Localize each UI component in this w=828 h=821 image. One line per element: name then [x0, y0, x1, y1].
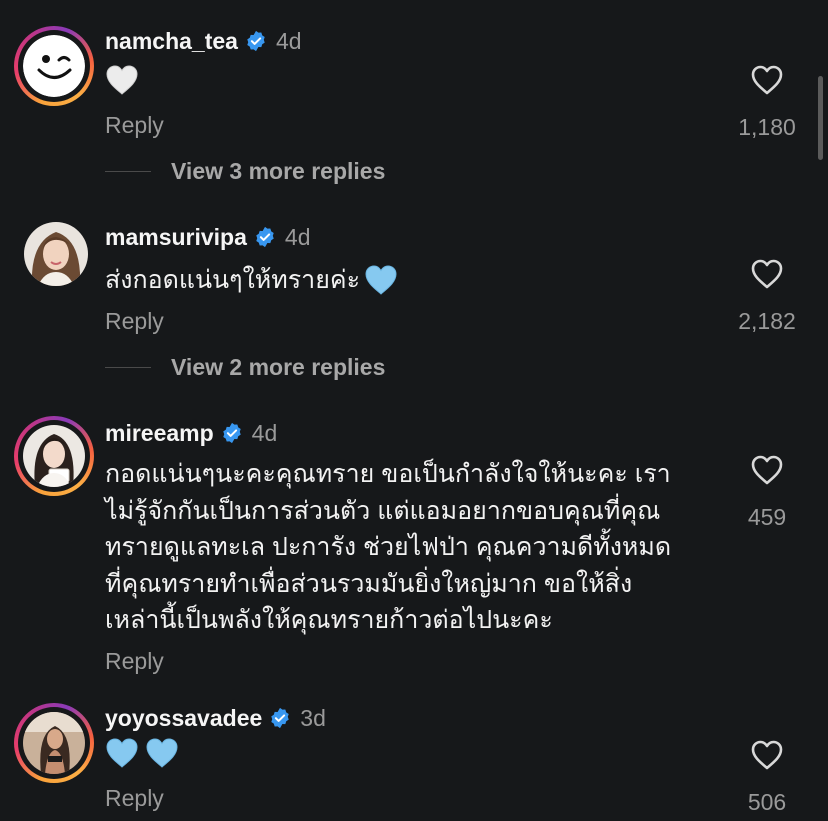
- winking-face-avatar: [23, 35, 85, 97]
- comment-text-line: ทรายดูแลทะเล ปะการัง ช่วยไฟป่า คุณความดี…: [105, 533, 672, 561]
- divider-line: [105, 171, 151, 172]
- heart-outline-icon[interactable]: [750, 454, 784, 486]
- divider-line: [105, 367, 151, 368]
- view-more-replies-label[interactable]: View 2 more replies: [171, 354, 385, 381]
- light-blue-heart-emoji-icon: [106, 738, 138, 768]
- heart-outline-icon[interactable]: [750, 258, 784, 290]
- comment-body: [105, 737, 179, 769]
- like-count: 1,180: [738, 114, 796, 140]
- verified-badge-icon: [247, 30, 265, 52]
- comment-header: namcha_tea 4d: [105, 24, 302, 58]
- comment-body: ส่งกอดแน่นๆให้ทรายค่ะ: [105, 262, 715, 299]
- light-blue-heart-emoji-icon: [146, 738, 178, 768]
- verified-badge-icon: [222, 422, 241, 444]
- like-control: 2,182: [732, 258, 802, 335]
- avatar-story-ring[interactable]: [14, 703, 94, 783]
- comment-age: 4d: [275, 27, 302, 54]
- comment-text-line: ที่คุณทรายทำเพื่อส่วนรวมมันยิ่งใหญ่มาก ข…: [105, 569, 633, 598]
- comment-text-line: เหล่านี้เป็นพลังให้คุณทรายก้าวต่อไปนะคะ: [105, 606, 553, 634]
- like-count: 506: [747, 789, 787, 815]
- comment-text-line: กอดแน่นๆนะคะคุณทราย ขอเป็นกำลังใจให้นะคะ…: [105, 460, 671, 488]
- username[interactable]: yoyossavadee: [105, 705, 262, 732]
- comment-age: 4d: [251, 419, 278, 446]
- reply-button[interactable]: Reply: [105, 112, 164, 139]
- comments-screen: namcha_tea 4d Reply 1,180 View 3 more re…: [0, 0, 828, 821]
- light-blue-heart-emoji-icon: [365, 265, 397, 295]
- like-count: 459: [747, 504, 787, 530]
- scrollbar[interactable]: [818, 76, 823, 160]
- like-control: 459: [732, 454, 802, 531]
- comment-body: กอดแน่นๆนะคะคุณทราย ขอเป็นกำลังใจให้นะคะ…: [105, 456, 715, 639]
- like-count: 2,182: [738, 308, 796, 334]
- profile-photo-avatar: [23, 425, 85, 487]
- avatar: [23, 425, 85, 487]
- comment-age: 4d: [284, 223, 311, 250]
- view-more-replies[interactable]: View 3 more replies: [105, 158, 385, 185]
- like-control: 1,180: [732, 64, 802, 141]
- username[interactable]: mamsurivipa: [105, 224, 247, 251]
- comment-age: 3d: [300, 704, 326, 731]
- comment-text-line: ไม่รู้จักกันเป็นการส่วนตัว แต่แอมอยากขอบ…: [105, 496, 661, 525]
- reply-button[interactable]: Reply: [105, 648, 164, 675]
- heart-outline-icon[interactable]: [750, 739, 784, 771]
- avatar-story-ring[interactable]: [14, 416, 94, 496]
- avatar[interactable]: [24, 222, 88, 286]
- like-control: 506: [732, 739, 802, 816]
- username[interactable]: mireeamp: [105, 420, 214, 447]
- comment-text: ส่งกอดแน่นๆให้ทรายค่ะ: [105, 266, 361, 294]
- username[interactable]: namcha_tea: [105, 28, 238, 55]
- view-more-replies-label[interactable]: View 3 more replies: [171, 158, 385, 185]
- comment-body: [105, 64, 139, 96]
- verified-badge-icon: [271, 707, 289, 729]
- profile-photo-avatar: [24, 222, 88, 286]
- avatar: [23, 712, 85, 774]
- white-heart-emoji-icon: [106, 65, 138, 95]
- profile-photo-avatar: [23, 712, 85, 774]
- avatar: [23, 35, 85, 97]
- comment-header: mireeamp 4d: [105, 416, 277, 450]
- reply-button[interactable]: Reply: [105, 785, 164, 812]
- reply-button[interactable]: Reply: [105, 308, 164, 335]
- avatar-story-ring[interactable]: [14, 26, 94, 106]
- comment-header: yoyossavadee 3d: [105, 701, 326, 735]
- view-more-replies[interactable]: View 2 more replies: [105, 354, 385, 381]
- heart-outline-icon[interactable]: [750, 64, 784, 96]
- comment-header: mamsurivipa 4d: [105, 220, 311, 254]
- verified-badge-icon: [256, 226, 274, 248]
